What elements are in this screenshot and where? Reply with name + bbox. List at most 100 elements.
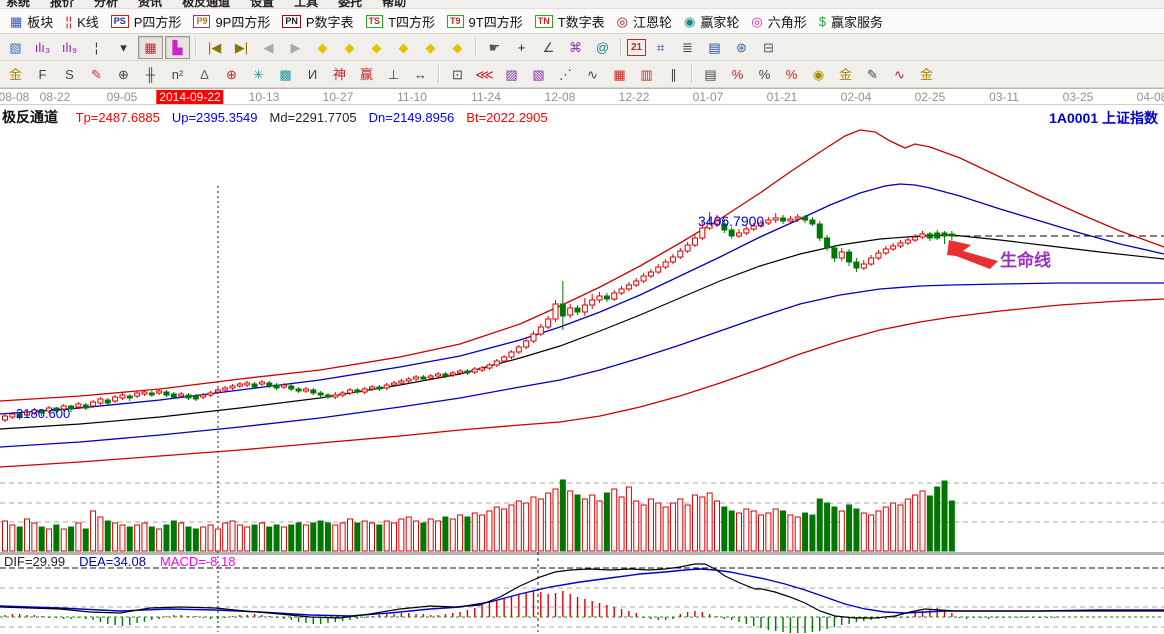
calendar-icon[interactable]: 21	[627, 39, 646, 56]
s-ruler-icon[interactable]: S	[57, 63, 82, 86]
gold-lines-icon[interactable]: 金	[833, 63, 858, 86]
menu-item-3[interactable]: 资讯	[138, 0, 162, 9]
span-arrow-icon[interactable]: ↔	[408, 63, 433, 86]
n2-icon[interactable]: n²	[165, 63, 190, 86]
p-square-button[interactable]: PSP四方形	[111, 12, 182, 31]
diamond-right-icon[interactable]: ◆	[337, 36, 362, 59]
web-mail-icon[interactable]: ⊛	[729, 36, 754, 59]
percent-icon[interactable]: %	[752, 63, 777, 86]
hexagon-button-label: 六角形	[768, 12, 807, 31]
f-ruler-icon[interactable]: F	[30, 63, 55, 86]
purple-bars-9-icon[interactable]: ılı₉	[57, 36, 82, 59]
compass-icon[interactable]: ⊕	[219, 63, 244, 86]
calculator-icon[interactable]: ⌗	[648, 36, 673, 59]
9p-square-button[interactable]: P99P四方形	[193, 12, 270, 31]
spiral-icon[interactable]: @	[590, 36, 615, 59]
9p-square-button-label: 9P四方形	[215, 12, 270, 31]
gann-wheel-button[interactable]: ◎江恩轮	[617, 12, 672, 31]
purple-bars-3-icon[interactable]: ılı₃	[30, 36, 55, 59]
gold-section-icon[interactable]: ◉	[806, 63, 831, 86]
fan-box-icon[interactable]: ▨	[499, 63, 524, 86]
candle-style-dropdown-icon[interactable]: ▾	[111, 36, 136, 59]
diamond-shrink-icon[interactable]: ◆	[391, 36, 416, 59]
shen-ruler-icon[interactable]: 神	[327, 63, 352, 86]
first-bar-icon[interactable]: |◀	[202, 36, 227, 59]
hexagon-button[interactable]: ◎ 六角形	[751, 12, 806, 31]
nav-toolbar: ▧ılı₃ılı₉¦▾▦▙|◀▶|◀▶◆◆◆◆◆◆☛+∠⌘@21⌗≣▤⊛⊟	[0, 34, 1164, 61]
next-bar-icon[interactable]: ▶	[283, 36, 308, 59]
toolbar-separator	[438, 65, 440, 83]
winner-service-button[interactable]: $赢家服务	[819, 12, 883, 31]
grid-red-icon[interactable]: ▦	[607, 63, 632, 86]
parallel-lines-icon[interactable]: ∥	[661, 63, 686, 86]
t-number-button-label: T数字表	[558, 12, 605, 31]
histogram-tool-icon[interactable]: ▙	[165, 36, 190, 59]
mirror-icon[interactable]: ∆	[192, 63, 217, 86]
box-select-icon[interactable]: ⊡	[445, 63, 470, 86]
levels-icon[interactable]: И	[300, 63, 325, 86]
9t-square-button[interactable]: T99T四方形	[447, 12, 523, 31]
channel-mid-line	[0, 235, 952, 429]
angle-lines-icon[interactable]: ⋰	[553, 63, 578, 86]
diamond-grid-icon[interactable]: ◆	[445, 36, 470, 59]
dea-line	[0, 569, 1164, 616]
menu-item-4[interactable]: 极反通道	[182, 0, 230, 9]
diamond-left-icon[interactable]: ◆	[310, 36, 335, 59]
gann-box-icon[interactable]: ▤	[698, 63, 723, 86]
gann-fan-icon[interactable]: ⋘	[472, 63, 497, 86]
hand-icon[interactable]: ☛	[482, 36, 507, 59]
macd-readout: DIF=29.99DEA=34.08MACD=-8.18	[4, 554, 249, 569]
angle-tool-icon[interactable]: ∠	[536, 36, 561, 59]
winner-service-button-icon: $	[819, 15, 826, 28]
peak-price-label: 3406.7900	[698, 213, 764, 229]
macd-field-0: DIF=29.99	[4, 554, 65, 569]
gold-channel-icon[interactable]: 金	[914, 63, 939, 86]
panel-icon[interactable]: ▧	[3, 36, 28, 59]
p-number-button-label: P数字表	[306, 12, 354, 31]
menu-item-8[interactable]: 帮助	[382, 0, 406, 9]
macd-field-2: MACD=-8.18	[160, 554, 236, 569]
p-square-button-icon: PS	[111, 15, 129, 28]
zigzag-icon[interactable]: ∿	[580, 63, 605, 86]
date-tick-03-25: 03-25	[1063, 90, 1094, 104]
gann-net-icon[interactable]: ⌘	[563, 36, 588, 59]
winner-wheel-button[interactable]: ◉赢家轮	[684, 12, 739, 31]
t-number-button[interactable]: TNT数字表	[535, 12, 605, 31]
save-icon[interactable]: ▤	[702, 36, 727, 59]
fan-box2-icon[interactable]: ▧	[526, 63, 551, 86]
price-pen-icon[interactable]: ✎	[860, 63, 885, 86]
menu-item-1[interactable]: 报价	[50, 0, 74, 9]
percent-line-icon[interactable]: %	[725, 63, 750, 86]
export-icon[interactable]: ⊟	[756, 36, 781, 59]
menu-item-5[interactable]: 设置	[250, 0, 274, 9]
ruler-icon[interactable]: ╫	[138, 63, 163, 86]
notes-icon[interactable]: ≣	[675, 36, 700, 59]
pen-icon[interactable]: ✎	[84, 63, 109, 86]
menu-item-2[interactable]: 分析	[94, 0, 118, 9]
hexagon-button-icon: ◎	[751, 15, 762, 28]
p-number-button[interactable]: PNP数字表	[282, 12, 353, 31]
t-square-button[interactable]: TST四方形	[366, 12, 435, 31]
ying-ruler-icon[interactable]: 赢	[354, 63, 379, 86]
menu-item-6[interactable]: 工具	[294, 0, 318, 9]
crosshair-icon[interactable]: +	[509, 36, 534, 59]
diamond-expand-icon[interactable]: ◆	[418, 36, 443, 59]
grid-box-icon[interactable]: ▥	[634, 63, 659, 86]
channel-tool-icon[interactable]: ▦	[138, 36, 163, 59]
last-bar-icon[interactable]: ▶|	[229, 36, 254, 59]
blocks-button[interactable]: ▦板块	[10, 12, 53, 31]
diamond-hmove-icon[interactable]: ◆	[364, 36, 389, 59]
prev-bar-icon[interactable]: ◀	[256, 36, 281, 59]
gann-circle-icon[interactable]: ⊕	[111, 63, 136, 86]
candle-style-icon[interactable]: ¦	[84, 36, 109, 59]
star-web-icon[interactable]: ✳	[246, 63, 271, 86]
percent-levels-icon[interactable]: %	[779, 63, 804, 86]
menu-item-0[interactable]: 系统	[6, 0, 30, 9]
wave-red-icon[interactable]: ∿	[887, 63, 912, 86]
gold-ruler-icon[interactable]: 金	[3, 63, 28, 86]
kline-button[interactable]: ¦¦K线	[65, 12, 98, 31]
web-grid-icon[interactable]: ▩	[273, 63, 298, 86]
ruler-123-icon[interactable]: ⊥	[381, 63, 406, 86]
draw-toolbar: 金FS✎⊕╫n²∆⊕✳▩И神赢⊥↔⊡⋘▨▧⋰∿▦▥∥▤%%%◉金✎∿金	[0, 61, 1164, 88]
menu-item-7[interactable]: 委托	[338, 0, 362, 9]
